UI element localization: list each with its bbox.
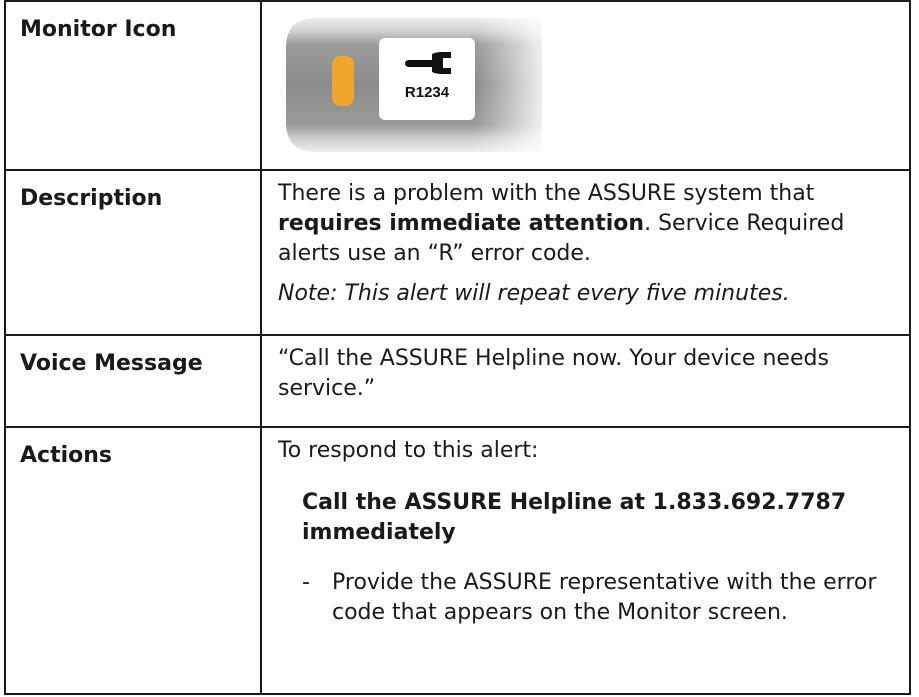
value-cell: “Call the ASSURE Helpline now. Your devi… [260,334,911,428]
table-row-actions: Actions To respond to this alert: Call t… [4,426,911,695]
actions-intro: To respond to this alert: [278,438,539,463]
row-label: Voice Message [20,351,203,376]
action-step-text: Provide the ASSURE representative with t… [332,570,877,625]
value-cell: R1234 [260,0,911,171]
label-cell: Description [4,169,262,336]
step-marker: - [302,570,310,595]
label-cell: Monitor Icon [4,0,262,171]
wrench-icon [405,52,451,74]
description-text: There is a problem with the ASSURE syste… [278,179,883,269]
table-row-description: Description There is a problem with the … [4,169,911,336]
repeat-note: Note: This alert will repeat every five … [278,281,790,306]
value-cell: There is a problem with the ASSURE syste… [260,169,911,336]
table-row-voice-message: Voice Message “Call the ASSURE Helpline … [4,334,911,428]
label-cell: Actions [4,426,262,695]
value-cell: To respond to this alert: Call the ASSUR… [260,426,911,695]
monitor-device-image: R1234 [286,16,542,154]
table-row-monitor-icon: Monitor Icon R1234 [4,0,911,171]
row-label: Description [20,186,163,211]
action-step: - Provide the ASSURE representative with … [302,568,883,628]
voice-message-text: “Call the ASSURE Helpline now. Your devi… [278,346,829,401]
row-label: Monitor Icon [20,17,177,42]
helpline-instruction: Call the ASSURE Helpline at 1.833.692.77… [302,490,847,545]
label-cell: Voice Message [4,334,262,428]
alert-reference-sheet: Monitor Icon R1234 Description There is … [0,0,919,697]
status-light [332,56,354,106]
description-text-start: There is a problem with the ASSURE syste… [278,181,815,206]
row-label: Actions [20,443,112,468]
error-code: R1234 [404,84,450,101]
alert-info-table: Monitor Icon R1234 Description There is … [4,0,911,695]
description-emphasis: requires immediate attention [278,211,645,236]
monitor-screen: R1234 [379,38,475,120]
